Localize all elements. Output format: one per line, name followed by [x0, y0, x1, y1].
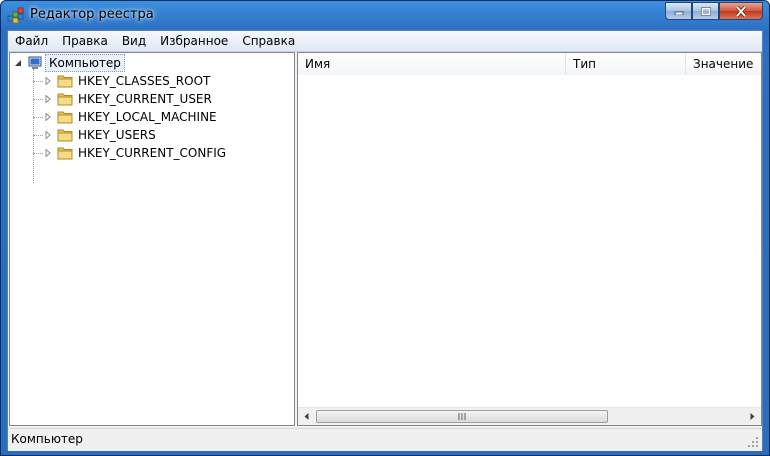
maximize-icon [700, 6, 711, 16]
tree-connector [33, 135, 43, 136]
close-button[interactable] [719, 2, 763, 20]
title-bar[interactable]: Редактор реестра [1, 1, 769, 30]
minimize-button[interactable] [665, 2, 692, 20]
tree-node-label: HKEY_USERS [78, 128, 156, 142]
tree-connector [33, 117, 43, 118]
scroll-left-button[interactable] [298, 408, 315, 425]
expand-arrow-icon[interactable] [43, 75, 53, 87]
tree-node-label: HKEY_CLASSES_ROOT [78, 74, 211, 88]
tree-node-hkey-classes-root[interactable]: HKEY_CLASSES_ROOT [43, 72, 213, 90]
column-header-value[interactable]: Значение [686, 53, 761, 75]
arrow-right-icon [750, 413, 755, 420]
tree-node-hkey-current-config[interactable]: HKEY_CURRENT_CONFIG [43, 144, 229, 162]
expand-arrow-icon[interactable] [43, 111, 53, 123]
scroll-right-button[interactable] [744, 408, 761, 425]
minimize-icon [674, 11, 683, 15]
menu-view[interactable]: Вид [115, 31, 153, 51]
folder-icon [57, 111, 73, 124]
column-header-name[interactable]: Имя [298, 53, 566, 75]
column-header-type[interactable]: Тип [566, 53, 686, 75]
tree-node-hkey-local-machine[interactable]: HKEY_LOCAL_MACHINE [43, 108, 220, 126]
grip-icon [458, 413, 466, 420]
close-icon [735, 5, 747, 17]
window-title: Редактор реестра [30, 7, 154, 22]
folder-icon [57, 129, 73, 142]
folder-icon [57, 93, 73, 106]
tree-node-computer[interactable]: Компьютер [13, 54, 125, 72]
tree-connector [33, 153, 43, 154]
scroll-thumb[interactable] [316, 410, 608, 423]
menu-bar: Файл Правка Вид Избранное Справка [8, 31, 762, 52]
tree-connector [33, 69, 34, 183]
values-list[interactable]: Имя Тип Значение [297, 52, 762, 426]
tree-node-hkey-current-user[interactable]: HKEY_CURRENT_USER [43, 90, 215, 108]
tree-node-label: HKEY_LOCAL_MACHINE [78, 110, 217, 124]
resize-grip-icon[interactable] [747, 436, 759, 448]
menu-help[interactable]: Справка [235, 31, 302, 51]
folder-icon [57, 147, 73, 160]
menu-edit[interactable]: Правка [55, 31, 115, 51]
tree-node-label: Компьютер [45, 54, 125, 72]
tree-connector [33, 99, 43, 100]
regedit-app-icon [7, 7, 24, 24]
window-controls [665, 2, 763, 21]
expand-arrow-icon[interactable] [43, 147, 53, 159]
expand-arrow-icon[interactable] [43, 93, 53, 105]
registry-editor-window: Редактор реестра Файл Правка Вид Избранн… [0, 0, 770, 456]
arrow-left-icon [304, 413, 309, 420]
expand-arrow-icon[interactable] [43, 129, 53, 141]
registry-tree[interactable]: Компьютер HKEY_CLASSES_ROOT HKEY_CURRENT… [9, 52, 295, 426]
status-path: Компьютер [11, 432, 83, 446]
status-bar: Компьютер [8, 428, 762, 451]
horizontal-scrollbar[interactable] [298, 407, 761, 425]
tree-node-hkey-users[interactable]: HKEY_USERS [43, 126, 159, 144]
maximize-button[interactable] [692, 2, 719, 20]
collapse-arrow-icon[interactable] [13, 57, 23, 69]
client-area: Файл Правка Вид Избранное Справка Компью… [7, 30, 763, 451]
tree-node-label: HKEY_CURRENT_CONFIG [78, 146, 227, 160]
tree-connector [33, 81, 43, 82]
menu-favorites[interactable]: Избранное [153, 31, 235, 51]
tree-node-label: HKEY_CURRENT_USER [78, 92, 212, 106]
menu-file[interactable]: Файл [8, 31, 55, 51]
folder-icon [57, 75, 73, 88]
computer-icon [28, 56, 42, 69]
